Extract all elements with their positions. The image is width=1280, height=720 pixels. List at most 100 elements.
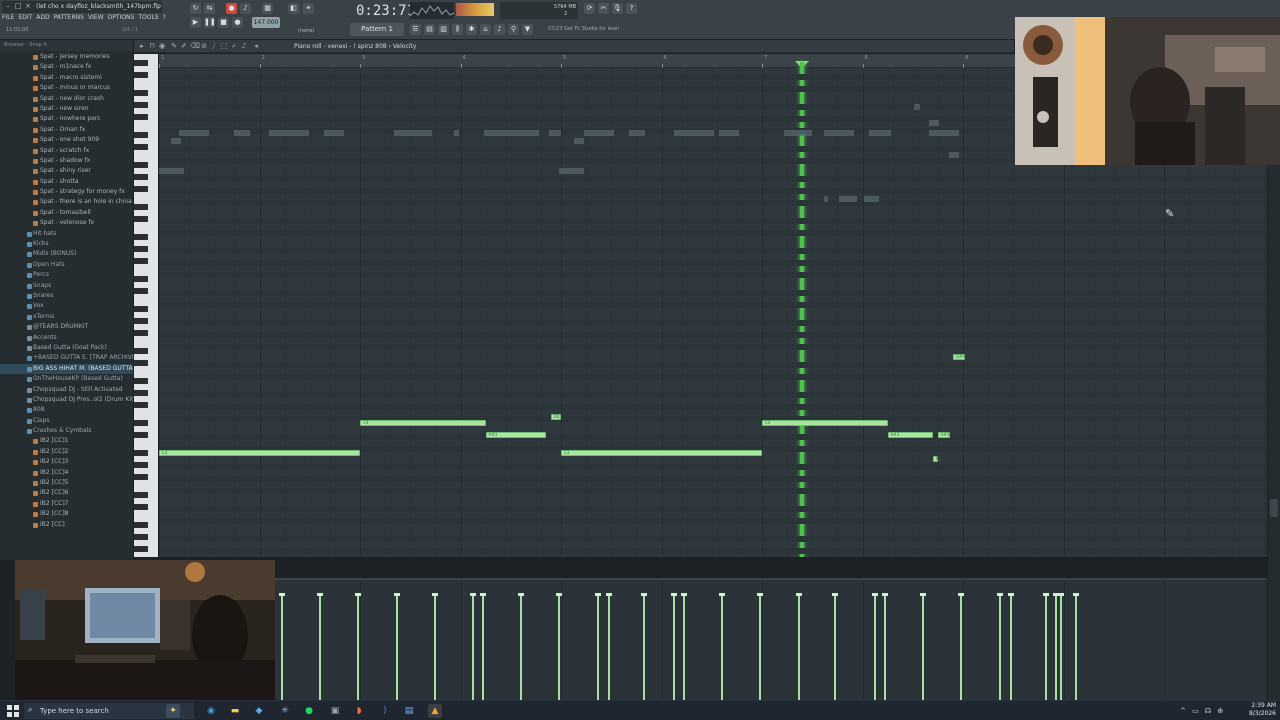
- tempo-display[interactable]: 147.000: [252, 17, 280, 28]
- browser-item[interactable]: Vox: [0, 301, 133, 311]
- black-key[interactable]: [134, 102, 148, 108]
- menu-view[interactable]: VIEW: [88, 13, 104, 23]
- browser-item[interactable]: IB2 [CC]5: [0, 478, 133, 488]
- velocity-bar[interactable]: [759, 595, 762, 700]
- black-key[interactable]: [134, 348, 148, 354]
- refresh-icon[interactable]: ⟳: [584, 3, 595, 14]
- browser-item[interactable]: Spat - nowhere perc: [0, 114, 133, 124]
- store-icon[interactable]: ◆: [252, 704, 266, 718]
- black-key[interactable]: [134, 318, 148, 324]
- note[interactable]: A#3: [937, 432, 950, 438]
- black-key[interactable]: [134, 420, 148, 426]
- velocity-cap[interactable]: [681, 592, 687, 596]
- browser-item[interactable]: Percs: [0, 270, 133, 280]
- velocity-cap[interactable]: [871, 592, 878, 596]
- black-key[interactable]: [134, 276, 148, 282]
- browser-item[interactable]: Spat - m1nace fx: [0, 62, 133, 72]
- velocity-bar[interactable]: [721, 595, 724, 700]
- velocity-bar[interactable]: [471, 595, 474, 700]
- black-key[interactable]: [134, 360, 148, 366]
- velocity-cap[interactable]: [920, 592, 927, 596]
- close-icon[interactable]: ×: [24, 2, 32, 10]
- velocity-cap[interactable]: [1042, 592, 1049, 596]
- black-key[interactable]: [134, 462, 148, 468]
- velocity-bar[interactable]: [922, 595, 925, 700]
- velocity-cap[interactable]: [605, 592, 612, 596]
- arrow-icon[interactable]: ▸: [138, 42, 146, 50]
- play-icon[interactable]: ▶: [190, 17, 201, 28]
- browser-item[interactable]: Snares: [0, 291, 133, 301]
- black-key[interactable]: [134, 432, 148, 438]
- black-key[interactable]: [134, 60, 148, 66]
- velocity-cap[interactable]: [1057, 592, 1064, 596]
- velocity-cap[interactable]: [556, 592, 563, 596]
- record-icon[interactable]: ●: [226, 3, 237, 14]
- playback-icon[interactable]: ♪: [240, 42, 248, 50]
- menu-tools[interactable]: TOOLS: [138, 13, 158, 23]
- menu-patterns[interactable]: PATTERNS: [54, 13, 84, 23]
- velocity-bar[interactable]: [873, 595, 876, 700]
- news-ticker[interactable]: 07/23 Get FL Studio for less!: [548, 23, 628, 36]
- black-key[interactable]: [134, 474, 148, 480]
- plugin-icon[interactable]: ✱: [466, 24, 477, 35]
- black-key[interactable]: [134, 72, 148, 78]
- browser-item[interactable]: Hit hats: [0, 229, 133, 239]
- velocity-bar[interactable]: [433, 595, 436, 700]
- browser-item[interactable]: Open Hats: [0, 260, 133, 270]
- maximize-icon[interactable]: □: [14, 2, 22, 10]
- edge-icon[interactable]: ◉: [204, 704, 218, 718]
- note[interactable]: A#3: [485, 432, 546, 438]
- velocity-bar[interactable]: [833, 595, 836, 700]
- velocity-bar[interactable]: [960, 595, 963, 700]
- note[interactable]: C3: [159, 450, 360, 456]
- browser-item[interactable]: Spat - tomasibell: [0, 208, 133, 218]
- black-key[interactable]: [134, 186, 148, 192]
- browser-item[interactable]: Spat - scratch fx: [0, 146, 133, 156]
- black-key[interactable]: [134, 132, 148, 138]
- browser-item[interactable]: IB2 [CC]1: [0, 436, 133, 446]
- browser-item[interactable]: IB2 [CC]8: [0, 509, 133, 519]
- menu-edit[interactable]: EDIT: [18, 13, 32, 23]
- black-key[interactable]: [134, 390, 148, 396]
- channel-rack-icon[interactable]: ▥: [438, 24, 449, 35]
- browser-item[interactable]: Spat - velenose fx: [0, 218, 133, 228]
- velocity-bar[interactable]: [319, 595, 322, 700]
- velocity-cap[interactable]: [518, 592, 525, 596]
- browser-item[interactable]: Spat - shadow fx: [0, 156, 133, 166]
- velocity-bar[interactable]: [672, 595, 675, 700]
- velocity-bar[interactable]: [607, 595, 610, 700]
- velocity-cap[interactable]: [279, 592, 285, 596]
- velocity-cap[interactable]: [594, 592, 601, 596]
- render-icon[interactable]: ▼: [522, 24, 533, 35]
- step-icon[interactable]: ▦: [262, 3, 273, 14]
- spotify-icon[interactable]: ●: [302, 704, 316, 718]
- browser-item[interactable]: IB2 [CC]: [0, 520, 133, 530]
- velocity-pane[interactable]: [134, 578, 1267, 702]
- black-key[interactable]: [134, 234, 148, 240]
- black-key[interactable]: [134, 174, 148, 180]
- velocity-bar[interactable]: [1074, 595, 1077, 700]
- browser-item[interactable]: IB2 [CC]3: [0, 457, 133, 467]
- browser-item[interactable]: Crashes & Cymbals: [0, 426, 133, 436]
- velocity-bar[interactable]: [1009, 595, 1012, 700]
- browser-item[interactable]: IB2 [CC]4: [0, 468, 133, 478]
- browser-item[interactable]: Spat - macro sistemi: [0, 73, 133, 83]
- browser-item[interactable]: @TEARS DRUMKIT: [0, 322, 133, 332]
- black-key[interactable]: [134, 90, 148, 96]
- note[interactable]: D4: [550, 414, 561, 420]
- velocity-bar[interactable]: [1059, 595, 1062, 700]
- scroll-icon[interactable]: ◂: [252, 42, 260, 50]
- browser-item[interactable]: Spat - there is an hole in china: [0, 197, 133, 207]
- pattern-selector[interactable]: Pattern 1: [350, 23, 404, 36]
- velocity-cap[interactable]: [996, 592, 1003, 596]
- rec-toggle-icon[interactable]: ●: [232, 17, 243, 28]
- black-key[interactable]: [134, 504, 148, 510]
- browser-item[interactable]: Spat - minus or marcus: [0, 83, 133, 93]
- browser-item[interactable]: Chopsquad DJ Pres..ol2 (Drum Kit): [0, 395, 133, 405]
- velocity-bar[interactable]: [1044, 595, 1047, 700]
- app3-icon[interactable]: ◗: [352, 704, 366, 718]
- browser-item[interactable]: IB2 [CC]7: [0, 499, 133, 509]
- velocity-bar[interactable]: [281, 595, 283, 700]
- velocity-bar[interactable]: [596, 595, 599, 700]
- mixer-icon[interactable]: ⫼: [452, 24, 463, 35]
